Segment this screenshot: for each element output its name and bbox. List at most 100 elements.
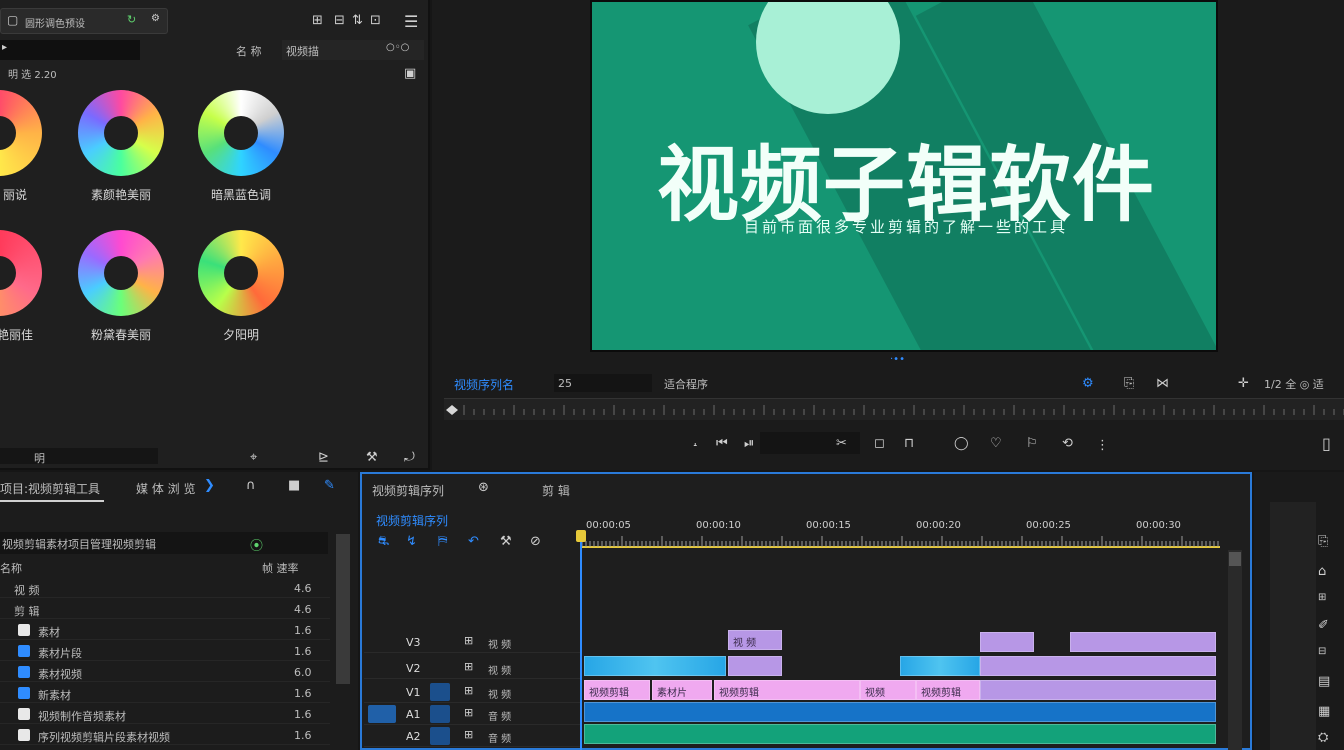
phone-icon[interactable]: ▯	[1322, 434, 1331, 453]
search-input[interactable]: ▸	[0, 40, 140, 60]
track-toggle[interactable]	[430, 727, 450, 745]
tab-media-browser[interactable]: 媒 体 浏 览	[136, 480, 195, 497]
video-clip[interactable]	[980, 680, 1216, 700]
lock-icon[interactable]: ⊛	[478, 480, 489, 495]
list-item[interactable]: 素材 1.6	[0, 620, 330, 640]
pen-icon[interactable]: ✎	[324, 478, 335, 493]
heart-icon[interactable]: ♡	[990, 436, 1002, 451]
timeline-ruler[interactable]	[582, 534, 1220, 548]
video-clip[interactable]: 视频剪辑	[714, 680, 860, 700]
video-clip[interactable]	[584, 656, 726, 676]
link-icon[interactable]: ⦿	[250, 535, 263, 554]
waveform-icon[interactable]: ⋈	[1156, 376, 1169, 391]
scrollbar[interactable]	[336, 534, 350, 684]
square-icon[interactable]: ■	[288, 478, 300, 493]
column-rate[interactable]: 帧 速率	[262, 560, 299, 576]
settings-icon[interactable]: ⚙	[151, 13, 160, 24]
list-item[interactable]: 序列视频剪辑片段素材视频 1.6	[0, 725, 330, 745]
timeline-scrollbar[interactable]	[1228, 550, 1242, 750]
sequence-timecode[interactable]: 视频剪辑序列	[376, 512, 448, 529]
timeline-tab-2[interactable]: 剪 辑	[542, 482, 570, 499]
extract-icon[interactable]: ⊓	[904, 436, 914, 451]
list-item[interactable]: 新素材 1.6	[0, 683, 330, 703]
arch-icon[interactable]: ∩	[246, 478, 256, 493]
video-clip[interactable]: 视频	[860, 680, 916, 700]
video-clip[interactable]: 视 频	[728, 630, 782, 650]
lock-icon[interactable]: ⊞	[464, 706, 473, 719]
bin-path[interactable]: 视频剪辑素材项目管理视频剪辑 ⦿	[0, 532, 328, 554]
track-toggle[interactable]	[430, 633, 450, 651]
lock-icon[interactable]: ⊞	[464, 728, 473, 741]
snap-icon[interactable]: ⛐	[378, 534, 389, 551]
linked-icon[interactable]: ↯	[406, 534, 417, 549]
audio-clip[interactable]	[584, 702, 1216, 722]
playhead[interactable]	[580, 530, 582, 750]
lock-icon[interactable]: ⊞	[464, 660, 473, 673]
video-clip[interactable]: 视频剪辑	[584, 680, 650, 700]
wrench-icon[interactable]: ⚒	[500, 534, 512, 549]
color-wheel[interactable]	[0, 230, 42, 316]
color-wheel[interactable]	[0, 90, 42, 176]
video-clip[interactable]	[900, 656, 980, 676]
video-clip[interactable]	[1070, 632, 1216, 652]
audio-clip[interactable]	[584, 724, 1216, 744]
hand-tool-icon[interactable]: ⊟	[1318, 646, 1326, 657]
select-tool-icon[interactable]: ⎘	[1318, 534, 1328, 549]
timecode-field[interactable]: 25	[554, 374, 652, 392]
save-icon[interactable]: ▣	[404, 66, 416, 81]
color-wheel[interactable]	[78, 90, 164, 176]
video-clip[interactable]: 素材片	[652, 680, 712, 700]
track-target-toggle[interactable]	[368, 705, 396, 723]
menu-icon[interactable]: ☰	[404, 12, 418, 31]
mark-in-icon[interactable]: ˔	[692, 438, 699, 453]
refresh-icon[interactable]: ↻	[127, 13, 136, 26]
razor-tool-icon[interactable]: ⛭	[1318, 730, 1328, 745]
lift-icon[interactable]: ◻	[874, 436, 885, 451]
color-wheel[interactable]	[198, 230, 284, 316]
loop-icon[interactable]: ⟲	[1062, 436, 1073, 451]
track-toggle[interactable]	[430, 705, 450, 723]
property-field[interactable]: 视频描 ○◦○	[282, 40, 424, 60]
step-back-icon[interactable]: ⏮	[716, 436, 728, 451]
scissors-icon[interactable]: ✂	[836, 436, 847, 451]
export-frame-icon[interactable]: ⎘	[1124, 376, 1134, 391]
track-name[interactable]: V1	[406, 686, 421, 699]
settings-icon[interactable]: ⚙	[1082, 376, 1094, 391]
play-icon[interactable]: ⏯	[744, 436, 754, 451]
list-item[interactable]: 视频制作音频素材 1.6	[0, 704, 330, 724]
marker-icon[interactable]: ⛿	[438, 534, 447, 549]
track-name[interactable]: V2	[406, 662, 421, 675]
tool-icon[interactable]: ⤾	[404, 450, 415, 465]
track-name[interactable]: A1	[406, 708, 421, 721]
column-name[interactable]: 名称	[0, 560, 22, 576]
project-title[interactable]: 项目:视频剪辑工具	[0, 480, 100, 497]
zoom-tool-icon[interactable]: ▦	[1318, 704, 1330, 719]
color-wheel[interactable]	[78, 230, 164, 316]
flag-icon[interactable]: ⚐	[1026, 436, 1038, 451]
marker-icon[interactable]: ⌖	[250, 450, 257, 465]
tab-name[interactable]: 名 称	[236, 43, 262, 59]
plus-icon[interactable]: ✛	[1238, 376, 1249, 391]
list-item[interactable]: 素材片段 1.6	[0, 641, 330, 661]
preset-selector[interactable]: ▢ 圆形调色预设 ↻ ⚙	[0, 8, 168, 34]
lock-icon[interactable]: ⊞	[464, 634, 473, 647]
track-toggle[interactable]	[430, 659, 450, 677]
type-tool-icon[interactable]: ▤	[1318, 674, 1330, 689]
track-toggle[interactable]	[430, 683, 450, 701]
slider-track[interactable]: 明	[0, 448, 158, 465]
monitor-time-ruler[interactable]	[444, 398, 1344, 420]
chevron-right-icon[interactable]: ❯	[204, 478, 215, 493]
more-icon[interactable]: ⋮	[1096, 438, 1109, 453]
filter-icon[interactable]: ⊡	[370, 13, 381, 28]
toggle-icon[interactable]: ○◦○	[386, 42, 409, 53]
caption-icon[interactable]: ⊘	[530, 534, 541, 549]
playhead-handle[interactable]	[576, 530, 586, 542]
video-clip[interactable]	[980, 632, 1034, 652]
grid-icon[interactable]: ⊞	[312, 13, 323, 28]
export-icon[interactable]: ⊵	[318, 450, 329, 465]
track-name[interactable]: A2	[406, 730, 421, 743]
pen-tool-icon[interactable]: ✐	[1318, 618, 1329, 633]
list-item[interactable]: 视 频 4.6	[0, 578, 330, 598]
list-item[interactable]: 素材视频 6.0	[0, 662, 330, 682]
timeline-tab[interactable]: 视频剪辑序列	[372, 482, 444, 499]
